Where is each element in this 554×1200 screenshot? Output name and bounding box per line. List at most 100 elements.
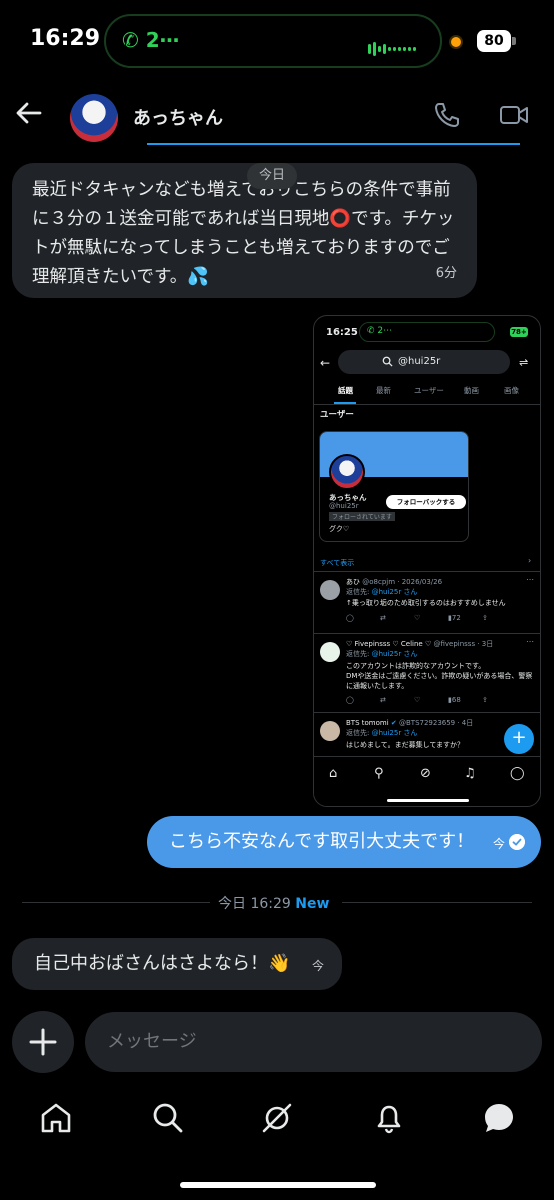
compose-fab-icon: + — [504, 724, 534, 754]
reply-icon: ◯ — [346, 614, 354, 622]
new-messages-divider: 今日 16:29 New — [218, 896, 330, 912]
phone-icon[interactable] — [432, 100, 462, 130]
message-text: こちら不安なんです取引大丈夫です！ — [169, 831, 475, 852]
message-text: 自己中おばさんはさよなら！👋 — [34, 953, 291, 974]
search-icon: ⚲ — [374, 766, 384, 781]
grok-icon[interactable] — [259, 1100, 295, 1136]
battery-indicator: 80 — [477, 30, 511, 52]
attachment-tab: 話題 — [338, 386, 353, 395]
show-all-link: すべて表示 — [320, 559, 355, 567]
add-attachment-button[interactable] — [12, 1011, 74, 1073]
grok-icon: ⊘ — [420, 766, 431, 781]
attachment-status-time: 16:25 — [326, 327, 358, 338]
status-bar: 16:29 ✆ 2⋯ 80 — [0, 0, 554, 80]
user-card-handle: @hui25r — [329, 502, 359, 510]
divider-line-left — [22, 902, 210, 903]
attachment-tab-indicator — [334, 402, 356, 404]
audio-wave-icon — [368, 38, 428, 56]
dynamic-island[interactable]: ✆ 2⋯ — [104, 14, 442, 68]
more-icon: ⋯ — [526, 575, 534, 584]
plus-icon — [29, 1028, 57, 1056]
home-indicator — [180, 1182, 376, 1188]
reply-icon: ◯ — [346, 696, 354, 704]
attachment-tab: ユーザー — [414, 386, 444, 395]
bottom-nav — [0, 1090, 554, 1146]
filter-icon: ⇌ — [519, 356, 529, 369]
conversation-header: あっちゃん — [0, 84, 554, 146]
attachment-call-indicator: ✆ 2⋯ — [367, 326, 393, 336]
like-icon: ♡ — [414, 614, 421, 622]
repost-icon: ⇄ — [380, 614, 386, 622]
attachment-battery: 78+ — [510, 327, 528, 337]
chevron-right-icon: › — [528, 556, 532, 565]
header-underline — [147, 143, 520, 145]
attachment-user-card: あっちゃん @hui25r フォローされています グク♡ フォローバックする — [319, 431, 469, 542]
home-icon: ⌂ — [329, 766, 338, 781]
user-card-follows-badge: フォローされています — [329, 512, 395, 521]
attachment-back-icon: ← — [320, 356, 331, 370]
battery-tip — [512, 37, 516, 45]
post-avatar — [320, 642, 340, 662]
attachment-post: ♡ Fivepinsss ♡ Celine ♡ @fivepinsss · 3日… — [314, 633, 540, 711]
date-chip: 今日 — [247, 163, 298, 189]
post-header: BTS tomomi ✔ @BTS72923659 · 4日 — [346, 719, 474, 727]
views-icon: ▮68 — [448, 696, 461, 704]
post-reply-to: 返信先: @hui25r さん — [346, 729, 418, 737]
views-icon: ▮72 — [448, 614, 461, 622]
bell-icon: ♫ — [464, 766, 476, 781]
home-icon[interactable] — [38, 1100, 74, 1136]
search-icon — [382, 356, 393, 367]
post-text: ↑乗っ取り垢のため取引するのはおすすめしません — [346, 599, 506, 607]
video-icon[interactable] — [499, 100, 529, 130]
message-time: 今 — [311, 959, 324, 973]
post-reply-to: 返信先: @hui25r さん — [346, 650, 418, 658]
repost-icon: ⇄ — [380, 696, 386, 704]
message-time: 6分 — [435, 266, 457, 281]
post-header: ♡ Fivepinsss ♡ Celine ♡ @fivepinsss · 3日 — [346, 640, 494, 648]
attachment-bottom-nav: ⌂ ⚲ ⊘ ♫ ◯ — [314, 756, 540, 796]
follow-back-button: フォローバックする — [386, 495, 466, 509]
attachment-search-field: @hui25r — [338, 350, 510, 374]
read-check-icon — [509, 834, 525, 850]
outgoing-message[interactable]: こちら不安なんです取引大丈夫です！ 今 — [147, 816, 541, 868]
attachment-home-indicator — [387, 799, 469, 802]
post-reply-to: 返信先: @hui25r さん — [346, 588, 418, 596]
post-text: はじめまして。まだ募集してますか？ — [346, 741, 465, 749]
attachment-search-text: @hui25r — [398, 356, 441, 367]
attachment-tab: 最新 — [376, 386, 391, 395]
message-time: 今 — [492, 837, 505, 851]
post-actions: ◯ ⇄ ♡ ▮68 ⇪ — [346, 696, 534, 704]
status-time: 16:29 — [30, 26, 101, 51]
post-avatar — [320, 580, 340, 600]
message-input[interactable]: メッセージ — [85, 1012, 542, 1072]
message-text: 最近ドタキャンなども増えておりこちらの条件で事前に３分の１送金可能であれば当日現… — [32, 180, 455, 287]
attachment-tab: 動画 — [464, 386, 479, 395]
bell-icon[interactable] — [371, 1100, 407, 1136]
attachment-users-heading: ユーザー — [320, 410, 354, 420]
share-icon: ⇪ — [482, 614, 488, 622]
call-indicator: ✆ 2⋯ — [122, 28, 180, 52]
attachment-tab: 画像 — [504, 386, 519, 395]
contact-name[interactable]: あっちゃん — [133, 104, 223, 130]
incoming-message[interactable]: 自己中おばさんはさよなら！👋 今 — [12, 938, 342, 990]
attachment-tabs: 話題 最新 ユーザー 動画 画像 — [314, 383, 540, 405]
post-text: このアカウントは詐欺的なアカウントです。 DMや送金はご遠慮ください。詐欺の疑い… — [346, 662, 533, 690]
attachment-post: あひ @o8cpjm · 2026/03/26 ⋯ 返信先: @hui25r さ… — [314, 571, 540, 627]
privacy-indicator — [449, 35, 463, 49]
messages-icon: ◯ — [510, 766, 525, 781]
avatar[interactable] — [70, 94, 118, 142]
share-icon: ⇪ — [482, 696, 488, 704]
divider-line-right — [342, 902, 532, 903]
messages-icon[interactable] — [481, 1100, 517, 1136]
incoming-message[interactable]: 最近ドタキャンなども増えておりこちらの条件で事前に３分の１送金可能であれば当日現… — [12, 163, 477, 298]
user-card-avatar — [329, 454, 365, 490]
image-attachment[interactable]: 16:25 ✆ 2⋯ 78+ ← @hui25r ⇌ 話題 最新 ユーザー 動画… — [313, 315, 541, 807]
post-avatar — [320, 721, 340, 741]
more-icon: ⋯ — [526, 637, 534, 646]
like-icon: ♡ — [414, 696, 421, 704]
post-actions: ◯ ⇄ ♡ ▮72 ⇪ — [346, 614, 534, 622]
back-arrow-icon[interactable] — [14, 98, 44, 128]
user-card-bio: グク♡ — [329, 525, 350, 533]
search-icon[interactable] — [150, 1100, 186, 1136]
post-header: あひ @o8cpjm · 2026/03/26 — [346, 578, 443, 586]
